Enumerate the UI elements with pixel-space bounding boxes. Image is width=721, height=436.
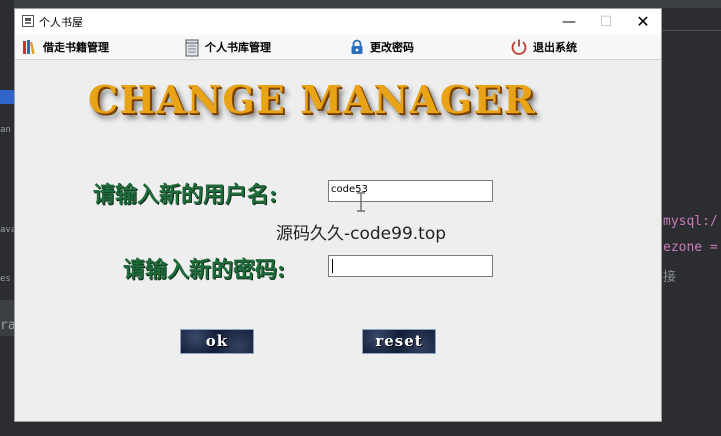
ide-selection-strip: [0, 90, 14, 104]
watermark-text: 源码久久-code99.top: [276, 224, 447, 244]
books-icon: [22, 39, 38, 55]
title-bar[interactable]: 个人书屋 — ☐ ✕: [15, 9, 661, 35]
ide-code-line: 接: [663, 270, 677, 285]
notebook-icon: [184, 39, 200, 57]
ide-fragment: es: [0, 274, 11, 284]
menu-item-exit[interactable]: 退出系统: [510, 35, 577, 59]
app-window: 个人书屋 — ☐ ✕ 借走书籍管理 个人书库管理 更改密码 退出系统 CHANG…: [14, 8, 662, 422]
username-label: 请输入新的用户名:: [93, 182, 278, 208]
text-cursor-icon: [356, 192, 366, 212]
menu-item-change-password[interactable]: 更改密码: [349, 35, 414, 59]
menu-label: 退出系统: [533, 41, 577, 54]
text-caret: [332, 259, 333, 273]
banner-title: CHANGE MANAGER: [88, 77, 536, 122]
menu-label: 个人书库管理: [205, 41, 271, 54]
minimize-button[interactable]: —: [552, 11, 586, 33]
menu-item-library[interactable]: 个人书库管理: [184, 35, 271, 59]
menu-label: 更改密码: [370, 41, 414, 54]
password-label: 请输入新的密码:: [123, 257, 286, 283]
window-title: 个人书屋: [39, 16, 83, 29]
username-input[interactable]: code53: [328, 180, 493, 202]
menu-item-borrow[interactable]: 借走书籍管理: [22, 35, 109, 59]
ide-code-line: mysql:/: [663, 214, 718, 229]
maximize-button[interactable]: ☐: [589, 11, 623, 33]
close-button[interactable]: ✕: [626, 11, 660, 33]
app-icon: [22, 15, 34, 27]
ide-divider: [662, 30, 721, 31]
power-icon: [510, 38, 528, 56]
menu-bar: 借走书籍管理 个人书库管理 更改密码 退出系统: [15, 35, 661, 60]
lock-icon: [349, 39, 365, 55]
password-input[interactable]: [328, 255, 493, 277]
ide-fragment: an: [0, 125, 11, 135]
ide-left-gutter: [0, 0, 14, 436]
ide-top-strip: [14, 0, 721, 8]
ok-button[interactable]: ok: [180, 329, 254, 354]
ide-code-line: ezone =: [663, 240, 718, 255]
reset-button[interactable]: reset: [362, 329, 436, 354]
menu-label: 借走书籍管理: [43, 41, 109, 54]
